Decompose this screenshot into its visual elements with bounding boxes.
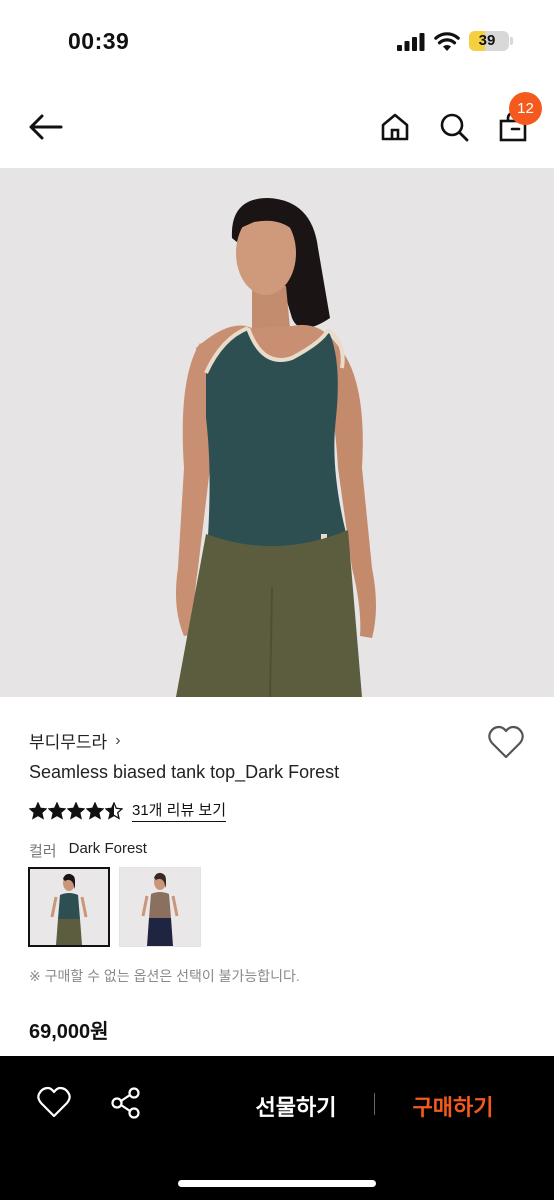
heart-outline-icon [37, 1086, 71, 1118]
bottom-action-bar: 선물하기 구매하기 [0, 1056, 554, 1200]
top-nav-bar [0, 84, 554, 168]
gift-button[interactable]: 선물하기 [232, 1090, 360, 1122]
brand-name: 부디무드라 [29, 733, 108, 752]
chevron-right-icon: › [115, 731, 121, 749]
model-photo [176, 198, 376, 697]
heart-outline-icon [488, 725, 524, 759]
color-swatch-taupe[interactable] [119, 867, 201, 947]
color-option: 컬러 Dark Forest [29, 840, 147, 861]
star-icon [105, 801, 123, 820]
swatch-thumbnail [50, 873, 88, 945]
battery-level: 39 [478, 32, 496, 49]
buy-button[interactable]: 구매하기 [389, 1090, 517, 1122]
wifi-icon [434, 32, 460, 51]
star-icon [48, 801, 66, 820]
product-hero-image[interactable] [0, 168, 554, 697]
star-icon [67, 801, 85, 820]
share-button[interactable] [108, 1085, 144, 1121]
option-label: 컬러 [29, 843, 57, 860]
home-indicator [178, 1180, 376, 1187]
product-price: 69,000원 [29, 1021, 109, 1043]
battery-icon: 39 [469, 31, 509, 51]
back-button[interactable] [26, 107, 66, 147]
search-icon [440, 113, 469, 142]
home-button[interactable] [375, 107, 415, 147]
star-rating [29, 801, 123, 820]
home-icon [381, 113, 409, 141]
star-icon [86, 801, 104, 820]
reviews-link[interactable]: 31개 리뷰 보기 [132, 799, 227, 822]
color-swatch-dark-forest[interactable] [28, 867, 110, 947]
option-value: Dark Forest [68, 840, 147, 857]
status-bar: 00:39 39 [0, 0, 554, 84]
option-notice: ※ 구매할 수 없는 옵션은 선택이 불가능합니다. [29, 968, 300, 984]
status-time: 00:39 [68, 28, 130, 54]
search-button[interactable] [434, 107, 474, 147]
share-icon [111, 1087, 140, 1119]
arrow-left-icon [29, 114, 63, 140]
rating-row: 31개 리뷰 보기 [29, 799, 227, 822]
cellular-signal-icon [397, 33, 425, 51]
wishlist-button[interactable] [486, 724, 526, 762]
battery-nub [510, 37, 513, 45]
brand-link[interactable]: 부디무드라 › [29, 728, 121, 753]
product-title: Seamless biased tank top_Dark Forest [29, 762, 340, 782]
like-button[interactable] [36, 1086, 72, 1120]
swatch-thumbnail [141, 872, 179, 946]
star-icon [29, 801, 47, 820]
divider [374, 1093, 375, 1115]
cart-count-badge: 12 [509, 92, 542, 125]
